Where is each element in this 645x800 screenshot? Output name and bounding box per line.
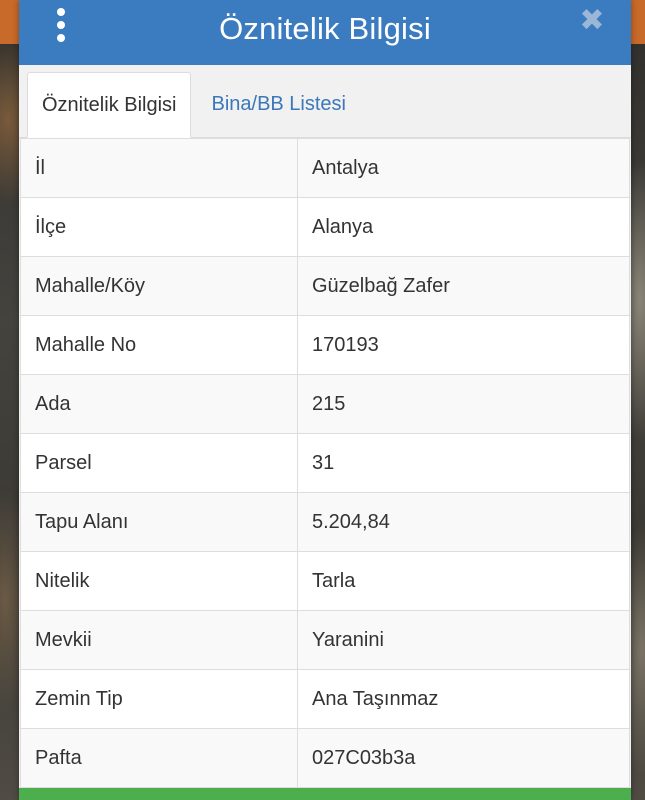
row-key: İl (20, 138, 298, 198)
table-row: Nitelik Tarla (20, 551, 630, 611)
table-row: Tapu Alanı 5.204,84 (20, 492, 630, 552)
row-key: Pafta (20, 728, 298, 788)
row-key: Mahalle No (20, 315, 298, 375)
row-value: 170193 (297, 315, 630, 375)
row-value: 027C03b3a (297, 728, 630, 788)
row-key: Ada (20, 374, 298, 434)
row-value: 5.204,84 (297, 492, 630, 552)
row-value: Tarla (297, 551, 630, 611)
tab-building-list[interactable]: Bina/BB Listesi (191, 71, 360, 137)
menu-dot (57, 34, 65, 42)
row-value: Alanya (297, 197, 630, 257)
row-value: Ana Taşınmaz (297, 669, 630, 729)
row-value: Güzelbağ Zafer (297, 256, 630, 316)
table-row: Pafta 027C03b3a (20, 728, 630, 788)
row-key: Mevkii (20, 610, 298, 670)
table-row: İlçe Alanya (20, 197, 630, 257)
row-key: Zemin Tip (20, 669, 298, 729)
action-bar[interactable] (19, 788, 631, 800)
map-background-accent (0, 0, 20, 44)
row-value: 215 (297, 374, 630, 434)
table-row: Parsel 31 (20, 433, 630, 493)
table-row: Mahalle No 170193 (20, 315, 630, 375)
row-key: Nitelik (20, 551, 298, 611)
row-key: Tapu Alanı (20, 492, 298, 552)
row-value: 31 (297, 433, 630, 493)
tab-bar: Öznitelik Bilgisi Bina/BB Listesi (19, 65, 631, 138)
row-value: Antalya (297, 138, 630, 198)
attribute-table: İl Antalya İlçe Alanya Mahalle/Köy Güzel… (20, 138, 630, 788)
row-key: İlçe (20, 197, 298, 257)
row-key: Mahalle/Köy (20, 256, 298, 316)
table-row: Mevkii Yaranini (20, 610, 630, 670)
table-row: Ada 215 (20, 374, 630, 434)
panel-header: Öznitelik Bilgisi ✖ (19, 0, 631, 65)
tab-attribute-info[interactable]: Öznitelik Bilgisi (27, 72, 192, 138)
row-key: Parsel (20, 433, 298, 493)
panel-title: Öznitelik Bilgisi (219, 10, 431, 46)
menu-dot (57, 8, 65, 16)
table-row: Mahalle/Köy Güzelbağ Zafer (20, 256, 630, 316)
table-row: Zemin Tip Ana Taşınmaz (20, 669, 630, 729)
menu-dot (57, 21, 65, 29)
attribute-info-panel: Öznitelik Bilgisi ✖ Öznitelik Bilgisi Bi… (19, 0, 631, 800)
table-row: İl Antalya (20, 138, 630, 198)
row-value: Yaranini (297, 610, 630, 670)
close-icon[interactable]: ✖ (575, 4, 609, 38)
vertical-dots-menu-icon[interactable] (52, 8, 70, 42)
